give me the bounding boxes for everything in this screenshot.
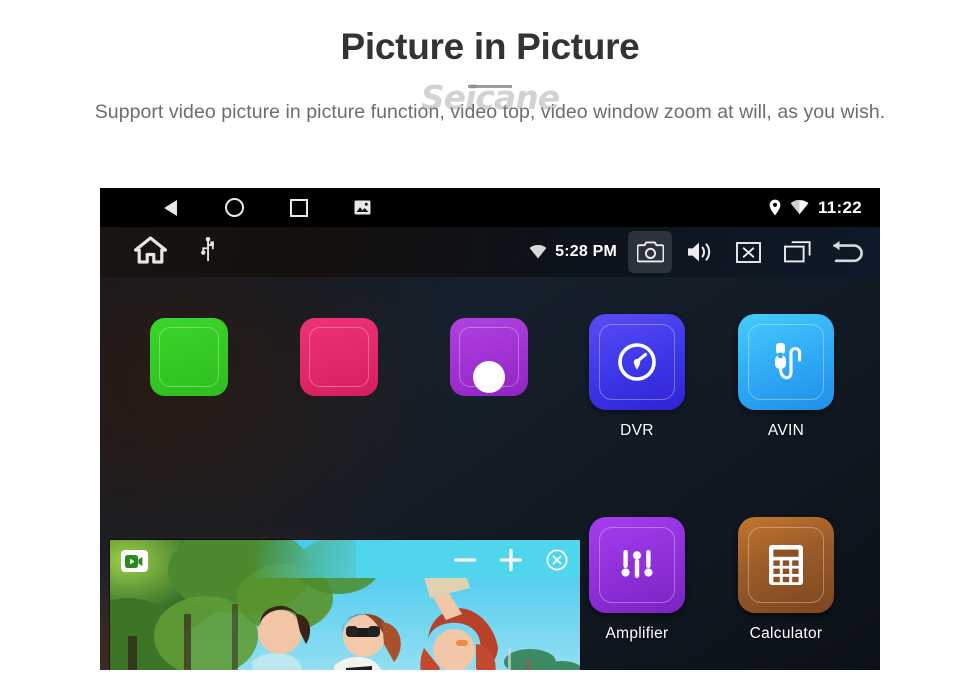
app-item-dvr[interactable]: DVR — [589, 314, 685, 440]
recent-apps-icon — [783, 241, 811, 263]
circle-home-icon — [224, 198, 244, 217]
nav-recents-button[interactable] — [278, 188, 320, 227]
calculator-icon — [769, 545, 803, 585]
toolbar-back-button[interactable] — [824, 231, 868, 273]
toolbar-wifi-status — [529, 245, 547, 259]
toolbar-home-button[interactable] — [133, 235, 168, 269]
pip-video-badge — [121, 550, 148, 572]
android-nav-bar: 11:22 — [100, 188, 880, 227]
nav-screenshot-button[interactable] — [341, 188, 383, 227]
gauge-icon — [618, 343, 656, 381]
toolbar-clock: 5:28 PM — [555, 243, 617, 260]
tile-glyph — [589, 517, 685, 613]
pip-zoom-out-button[interactable] — [442, 540, 488, 580]
equalizer-icon — [621, 550, 653, 578]
toolbar-recents-button[interactable] — [775, 231, 819, 273]
speaker-volume-icon — [688, 242, 711, 262]
system-toolbar: 5:28 PM — [100, 227, 880, 277]
plus-icon — [500, 549, 522, 571]
tile-glyph — [589, 314, 685, 410]
tile-glyph — [473, 361, 505, 393]
page-subtitle: Support video picture in picture functio… — [94, 101, 886, 123]
launcher-desktop: Netflix SiriusXM Wheelkey Study DVR — [100, 277, 880, 670]
location-pin-icon — [769, 199, 781, 216]
nav-back-button[interactable] — [149, 188, 191, 227]
app-label-avin: AVIN — [767, 422, 805, 439]
app-tile-calculator[interactable] — [738, 517, 834, 613]
tile-glyph — [738, 314, 834, 410]
title-divider — [468, 85, 512, 88]
wifi-icon — [790, 200, 809, 215]
pip-video-window[interactable]: Seicane — [110, 540, 580, 670]
close-box-icon — [735, 241, 761, 263]
app-label-amplifier: Amplifier — [605, 625, 669, 642]
close-circle-icon — [546, 549, 568, 571]
av-plug-icon — [775, 343, 802, 380]
video-camera-icon — [125, 554, 143, 568]
app-tile-siriusxm[interactable] — [300, 318, 378, 396]
screenshot-image-icon — [354, 200, 370, 215]
app-tile-netflix[interactable] — [150, 318, 228, 396]
toolbar-volume-button[interactable] — [677, 231, 721, 273]
status-clock: 11:22 — [817, 197, 862, 217]
nav-home-button[interactable] — [213, 188, 255, 227]
triangle-back-icon — [163, 199, 177, 216]
minus-icon — [454, 558, 476, 562]
toolbar-right-group: 5:28 PM — [529, 227, 868, 277]
tile-inner-ring — [309, 327, 369, 387]
tile-inner-ring — [159, 327, 219, 387]
usb-icon — [201, 236, 214, 261]
toolbar-usb-button[interactable] — [201, 236, 215, 268]
toolbar-camera-button[interactable] — [628, 231, 672, 273]
house-icon — [133, 235, 168, 264]
app-label-dvr: DVR — [620, 422, 654, 439]
pip-control-bar — [110, 540, 580, 580]
app-tile-dvr[interactable] — [589, 314, 685, 410]
toolbar-close-button[interactable] — [726, 231, 770, 273]
back-arrow-icon — [833, 241, 863, 263]
tile-glyph — [738, 517, 834, 613]
app-item-avin[interactable]: AVIN — [738, 314, 834, 440]
nav-status-area: 11:22 — [769, 188, 880, 227]
wifi-icon — [529, 245, 547, 259]
page-title: Picture in Picture — [340, 26, 640, 67]
app-tile-amplifier[interactable] — [589, 517, 685, 613]
app-tile-wheelkey-study[interactable] — [450, 318, 528, 396]
app-tile-avin[interactable] — [738, 314, 834, 410]
pip-close-button[interactable] — [534, 540, 580, 580]
page-header: Picture in Picture Support video picture… — [0, 0, 980, 128]
camera-icon — [636, 241, 664, 263]
square-recents-icon — [290, 198, 308, 217]
toolbar-left-group — [133, 227, 215, 277]
pip-zoom-in-button[interactable] — [488, 540, 534, 580]
app-label-calculator: Calculator — [749, 625, 823, 642]
device-screen: 11:22 5:28 PM DVR AVIN Amplifier Calcula… — [100, 188, 880, 670]
app-item-calculator[interactable]: Calculator — [738, 517, 834, 643]
app-item-amplifier[interactable]: Amplifier — [589, 517, 685, 643]
